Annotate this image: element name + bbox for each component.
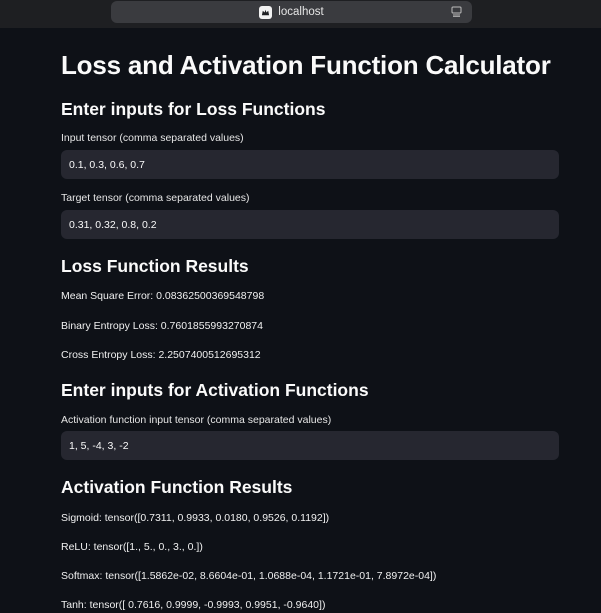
reader-mode-icon[interactable]: [451, 6, 462, 17]
input-tensor-field[interactable]: [61, 150, 559, 179]
softmax-result: Softmax: tensor([1.5862e-02, 8.6604e-01,…: [61, 570, 437, 582]
browser-toolbar: localhost: [0, 0, 601, 28]
loss-results-heading: Loss Function Results: [61, 256, 249, 276]
input-tensor-label: Input tensor (comma separated values): [61, 132, 244, 144]
activation-input-field[interactable]: [61, 431, 559, 460]
bce-result: Binary Entropy Loss: 0.7601855993270874: [61, 320, 263, 332]
activation-inputs-heading: Enter inputs for Activation Functions: [61, 380, 369, 400]
page-title: Loss and Activation Function Calculator: [61, 50, 551, 80]
activation-results-heading: Activation Function Results: [61, 477, 293, 497]
tanh-result: Tanh: tensor([ 0.7616, 0.9999, -0.9993, …: [61, 599, 326, 611]
target-tensor-label: Target tensor (comma separated values): [61, 192, 250, 204]
address-bar-url: localhost: [278, 6, 324, 18]
ce-result: Cross Entropy Loss: 2.2507400512695312: [61, 349, 261, 361]
address-bar[interactable]: localhost: [111, 1, 472, 23]
activation-input-label: Activation function input tensor (comma …: [61, 414, 332, 426]
mse-result: Mean Square Error: 0.08362500369548798: [61, 290, 265, 302]
loss-inputs-heading: Enter inputs for Loss Functions: [61, 99, 326, 119]
streamlit-site-icon: [259, 5, 273, 19]
sigmoid-result: Sigmoid: tensor([0.7311, 0.9933, 0.0180,…: [61, 512, 330, 524]
relu-result: ReLU: tensor([1., 5., 0., 3., 0.]): [61, 541, 203, 553]
target-tensor-field[interactable]: [61, 210, 559, 239]
